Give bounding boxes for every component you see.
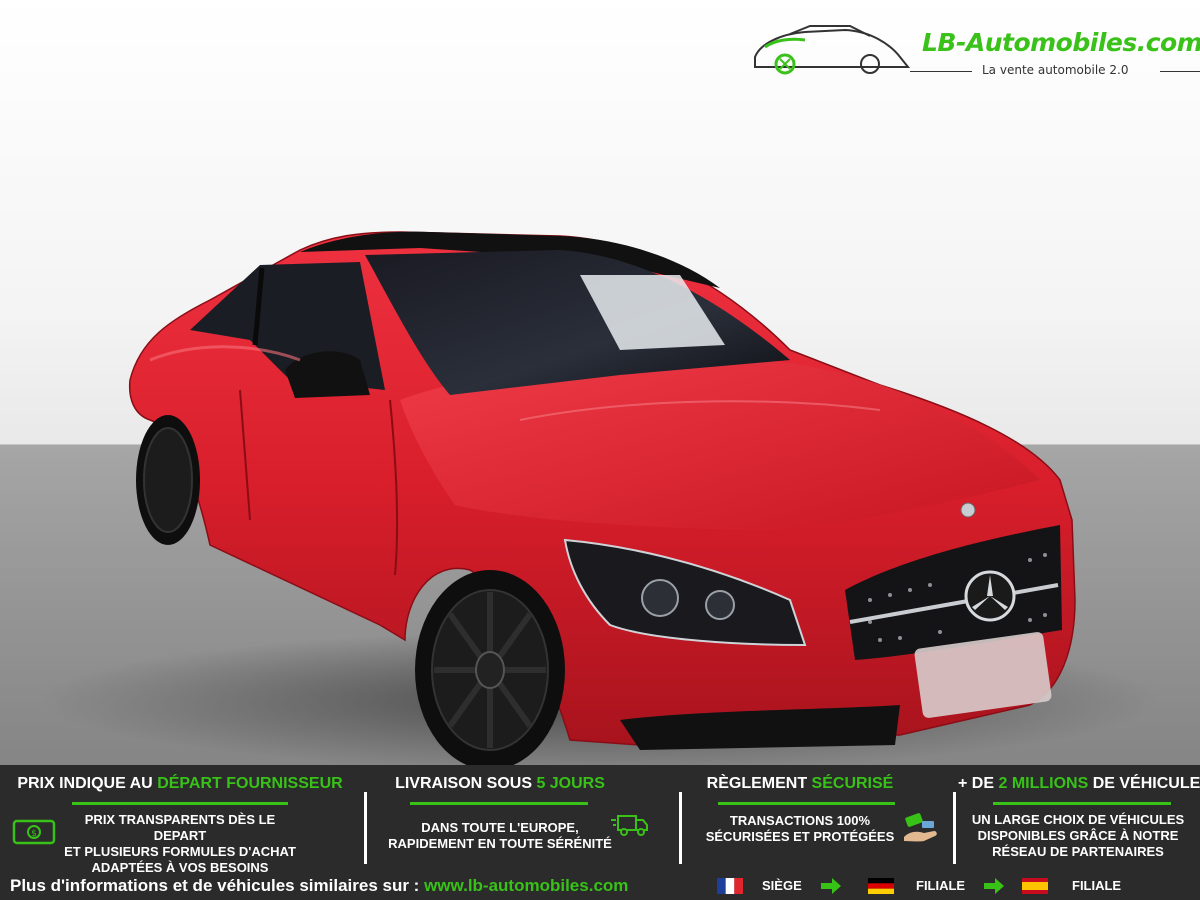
- location-label: FILIALE: [916, 878, 966, 893]
- feature-description: UN LARGE CHOIX DE VÉHICULES DISPONIBLES …: [971, 812, 1185, 859]
- green-rule: [993, 802, 1171, 805]
- front-wheel: [415, 570, 565, 765]
- logo-car-icon: [754, 25, 911, 75]
- delivery-truck-icon: [611, 815, 648, 836]
- svg-text:$: $: [31, 829, 37, 839]
- separator: [679, 792, 682, 864]
- france-flag-icon: [717, 878, 743, 894]
- separator: [953, 792, 956, 864]
- logo-name: LB-Automobiles.com: [922, 28, 1200, 57]
- location-label: SIÈGE: [762, 878, 802, 893]
- logo-tagline: La vente automobile 2.0: [982, 63, 1129, 77]
- arrow-right-icon: [821, 878, 841, 894]
- germany-flag-icon: [868, 878, 894, 894]
- feature-title: LIVRAISON SOUS 5 JOURS: [395, 775, 605, 792]
- logo[interactable]: LB-Automobiles.com La vente automobile 2…: [750, 22, 1200, 82]
- car-illustration: [40, 231, 1160, 765]
- feature-description: TRANSACTIONS 100% SÉCURISÉES ET PROTÉGÉE…: [705, 813, 895, 844]
- feature-title: PRIX INDIQUE AU DÉPART FOURNISSEUR: [17, 775, 343, 792]
- feature-description: DANS TOUTE L'EUROPE, RAPIDEMENT EN TOUTE…: [388, 820, 612, 851]
- info-banner: PRIX INDIQUE AU DÉPART FOURNISSEUR $ PRI…: [0, 765, 1200, 900]
- mercedes-star-icon: [964, 570, 1016, 622]
- car-photo: LB-Automobiles.com La vente automobile 2…: [0, 0, 1200, 765]
- feature-vehicles: + DE 2 MILLIONS DE VÉHICULES: [958, 775, 1200, 793]
- money-bill-icon: $: [12, 819, 56, 845]
- feature-title: RÈGLEMENT SÉCURISÉ: [706, 775, 894, 792]
- footer-info: Plus d'informations et de véhicules simi…: [10, 876, 629, 895]
- feature-payment: RÈGLEMENT SÉCURISÉ: [700, 775, 900, 793]
- feature-title: + DE 2 MILLIONS DE VÉHICULES: [958, 775, 1200, 792]
- logo-divider: [1160, 71, 1200, 72]
- green-rule: [718, 802, 895, 805]
- feature-delivery: LIVRAISON SOUS 5 JOURS: [385, 775, 615, 793]
- green-rule: [410, 802, 588, 805]
- feature-price: PRIX INDIQUE AU DÉPART FOURNISSEUR: [15, 775, 345, 793]
- feature-description: PRIX TRANSPARENTS DÈS LE DEPART ET PLUSI…: [64, 812, 296, 875]
- spain-flag-icon: [1022, 878, 1048, 894]
- green-rule: [72, 802, 288, 805]
- website-link[interactable]: www.lb-automobiles.com: [424, 876, 628, 895]
- separator: [364, 792, 367, 864]
- rear-wheel: [136, 415, 200, 545]
- payment-hand-icon: [904, 813, 937, 842]
- logo-divider: [910, 71, 972, 72]
- location-label: FILIALE: [1072, 878, 1122, 893]
- arrow-right-icon: [984, 878, 1004, 894]
